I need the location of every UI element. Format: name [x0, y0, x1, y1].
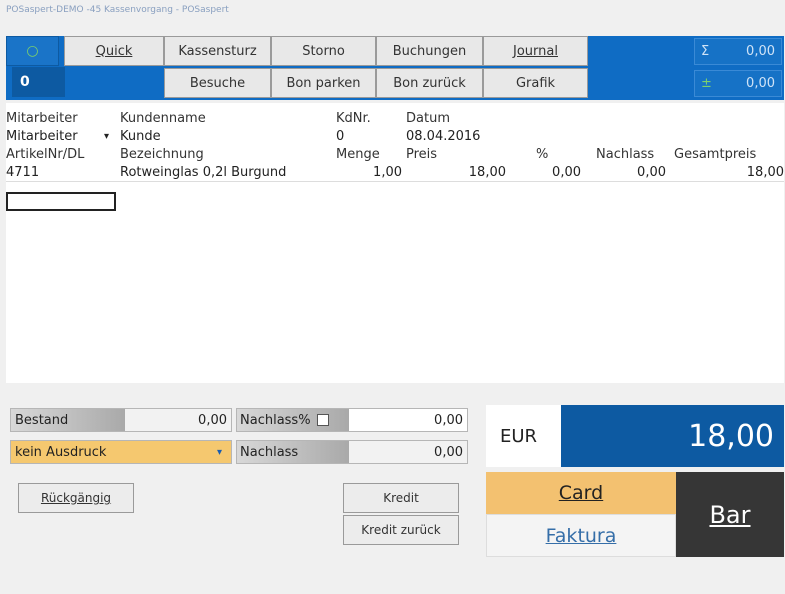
- besuche-label: Besuche: [189, 75, 246, 91]
- bon-parken-label: Bon parken: [286, 75, 361, 91]
- bon-parken-button[interactable]: Bon parken: [271, 68, 376, 98]
- header-artikelnr: ArtikelNr/DL: [6, 147, 85, 162]
- storno-label: Storno: [302, 43, 345, 59]
- quick-label: Quick: [95, 43, 133, 59]
- header-mitarbeiter: Mitarbeiter: [6, 111, 78, 126]
- buchungen-button[interactable]: Buchungen: [376, 36, 483, 66]
- window-title: POSaspert-DEMO -45 Kassenvorgang - POSas…: [6, 5, 229, 15]
- header-prozent: %: [536, 147, 549, 162]
- storno-button[interactable]: Storno: [271, 36, 376, 66]
- bar-button[interactable]: Bar: [676, 472, 784, 557]
- datum-value: 08.04.2016: [406, 129, 481, 144]
- item-gesamtpreis: 18,00: [746, 165, 784, 180]
- mitarbeiter-select[interactable]: Mitarbeiter: [6, 128, 96, 145]
- bon-zurueck-button[interactable]: Bon zurück: [376, 68, 483, 98]
- dropdown-arrow-icon[interactable]: ▾: [104, 128, 116, 145]
- header-preis: Preis: [406, 147, 438, 162]
- kredit-zurueck-button[interactable]: Kredit zurück: [343, 515, 459, 545]
- nachlass-pct-text: Nachlass%: [240, 412, 311, 428]
- nachlass-field: Nachlass 0,00: [236, 440, 468, 464]
- nachlass-pct-field: Nachlass% 0,00: [236, 408, 468, 432]
- bestand-value: 0,00: [198, 412, 227, 428]
- order-counter: 0: [12, 67, 65, 97]
- druck-select-value: kein Ausdruck: [15, 444, 107, 460]
- kredit-button[interactable]: Kredit: [343, 483, 459, 513]
- items-header-row: ArtikelNr/DL Bezeichnung Menge Preis % N…: [6, 146, 784, 163]
- header-kundenname: Kundenname: [120, 111, 206, 126]
- kredit-label: Kredit: [383, 491, 419, 505]
- toolbar: ○ 0 Quick Kassensturz Storno Buchungen J…: [6, 36, 784, 100]
- header-gesamtpreis: Gesamtpreis: [674, 147, 757, 162]
- header-bezeichnung: Bezeichnung: [120, 147, 204, 162]
- nachlass-pct-input[interactable]: 0,00: [349, 409, 467, 431]
- total-amount: 18,00: [561, 405, 784, 467]
- faktura-button[interactable]: Faktura: [486, 514, 676, 557]
- sum-total-value: 0,00: [746, 44, 775, 59]
- plus-minus-icon: ±: [701, 76, 712, 91]
- nachlass-pct-checkbox[interactable]: [316, 414, 329, 426]
- kassensturz-label: Kassensturz: [178, 43, 257, 59]
- new-article-input[interactable]: [6, 192, 116, 211]
- rueckgaengig-button[interactable]: Rückgängig: [18, 483, 134, 513]
- chevron-down-icon: ▾: [217, 446, 223, 458]
- journal-button[interactable]: Journal: [483, 36, 588, 66]
- druck-select[interactable]: kein Ausdruck ▾: [10, 440, 232, 464]
- card-button[interactable]: Card: [486, 472, 676, 514]
- besuche-button[interactable]: Besuche: [164, 68, 271, 98]
- faktura-label: Faktura: [545, 524, 617, 547]
- header-nachlass: Nachlass: [596, 147, 655, 162]
- kredit-zurueck-label: Kredit zurück: [361, 523, 441, 537]
- item-prozent: 0,00: [552, 165, 581, 180]
- kunde-input[interactable]: Kunde: [120, 128, 330, 145]
- bestand-field: Bestand 0,00: [10, 408, 232, 432]
- bestand-label: Bestand: [11, 409, 125, 431]
- header-menge: Menge: [336, 147, 380, 162]
- receipt-grid: [6, 103, 784, 383]
- item-artikelnr: 4711: [6, 165, 40, 180]
- add-icon[interactable]: ○: [6, 36, 59, 66]
- grafik-label: Grafik: [515, 75, 556, 91]
- journal-label: Journal: [513, 43, 558, 59]
- customer-header-row: Mitarbeiter Kundenname KdNr. Datum: [6, 110, 784, 127]
- kdnr-input[interactable]: 0: [336, 128, 402, 145]
- nachlass-value: 0,00: [349, 441, 467, 463]
- header-kdnr: KdNr.: [336, 111, 371, 126]
- sum-box-total: Σ 0,00: [694, 38, 782, 65]
- item-nachlass: 0,00: [637, 165, 666, 180]
- grafik-button[interactable]: Grafik: [483, 68, 588, 98]
- rueckgaengig-label: Rückgängig: [40, 491, 112, 505]
- sum-box-balance: ± 0,00: [694, 70, 782, 97]
- kassensturz-button[interactable]: Kassensturz: [164, 36, 271, 66]
- sum-balance-value: 0,00: [746, 76, 775, 91]
- item-menge: 1,00: [373, 165, 402, 180]
- customer-row: Mitarbeiter ▾ Kunde 0 08.04.2016: [6, 128, 784, 145]
- currency-label: EUR: [486, 405, 561, 467]
- card-label: Card: [558, 482, 604, 504]
- bon-zurueck-label: Bon zurück: [393, 75, 466, 91]
- table-row[interactable]: 4711 Rotweinglas 0,2l Burgund 1,00 18,00…: [6, 164, 784, 182]
- header-datum: Datum: [406, 111, 450, 126]
- buchungen-label: Buchungen: [392, 43, 467, 59]
- mitarbeiter-value: Mitarbeiter: [6, 129, 78, 144]
- sigma-icon: Σ: [701, 44, 710, 59]
- bar-label: Bar: [709, 500, 751, 529]
- item-bezeichnung: Rotweinglas 0,2l Burgund: [120, 165, 287, 180]
- nachlass-label: Nachlass: [237, 441, 349, 463]
- circle-icon: ○: [26, 43, 39, 59]
- nachlass-pct-label: Nachlass%: [237, 409, 349, 431]
- item-preis: 18,00: [468, 165, 506, 180]
- quick-button[interactable]: Quick: [64, 36, 164, 66]
